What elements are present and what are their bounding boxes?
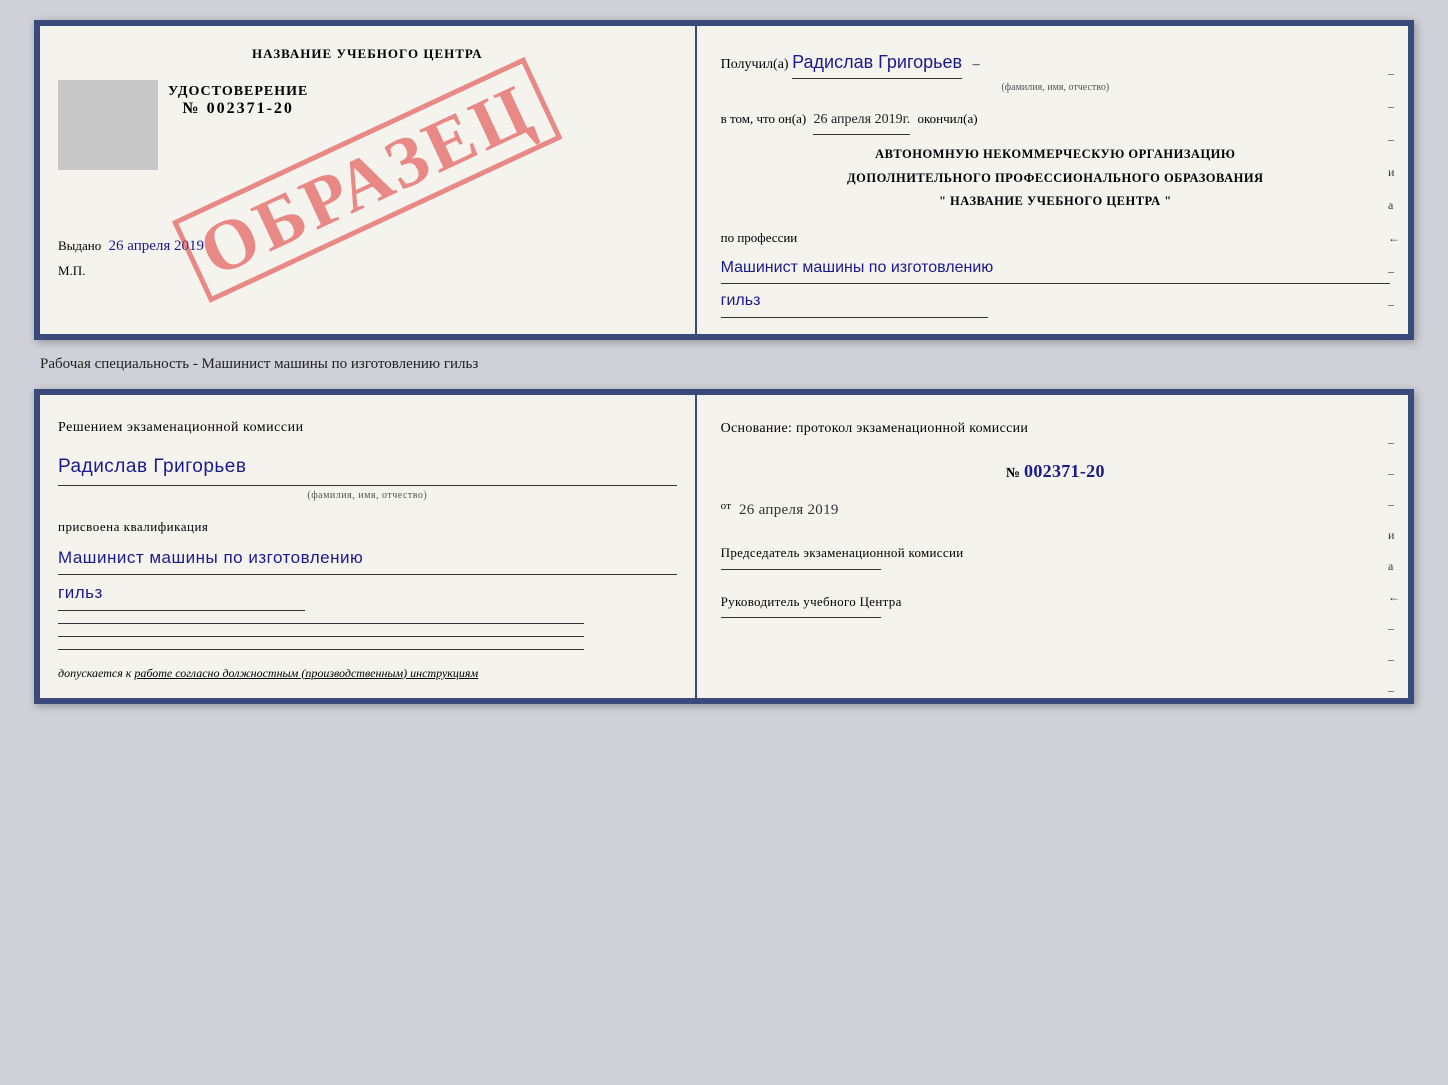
cert-number: № 002371-20 xyxy=(168,100,308,118)
photo-placeholder xyxy=(58,80,158,170)
bottom-left-panel: Решением экзаменационной комиссии Радисл… xyxy=(40,395,697,698)
person-name-top: Радислав Григорьев xyxy=(792,46,962,79)
school-name-top: НАЗВАНИЕ УЧЕБНОГО ЦЕНТРА xyxy=(58,46,677,62)
protocol-number-label: № 002371-20 xyxy=(721,453,1390,489)
received-prefix: Получил(а) xyxy=(721,57,789,72)
bottom-document: Решением экзаменационной комиссии Радисл… xyxy=(34,389,1414,704)
date-from-block: от 26 апреля 2019 xyxy=(721,495,1390,525)
issued-label: Выдано xyxy=(58,238,101,253)
chairman-block: Председатель экзаменационной комиссии xyxy=(721,543,1390,570)
top-right-panel: Получил(а) Радислав Григорьев – (фамилия… xyxy=(697,26,1408,334)
org-line1: АВТОНОМНУЮ НЕКОММЕРЧЕСКУЮ ОРГАНИЗАЦИЮ xyxy=(721,143,1390,167)
top-left-panel: НАЗВАНИЕ УЧЕБНОГО ЦЕНТРА УДОСТОВЕРЕНИЕ №… xyxy=(40,26,697,334)
cert-title: УДОСТОВЕРЕНИЕ xyxy=(168,84,308,100)
date-suffix: окончил(а) xyxy=(918,111,978,126)
basis-text: Основание: протокол экзаменационной коми… xyxy=(721,415,1390,443)
bottom-right-panel: Основание: протокол экзаменационной коми… xyxy=(697,395,1408,698)
name-hint-bottom: (фамилия, имя, отчество) xyxy=(58,486,677,505)
date-value: 26 апреля 2019г. xyxy=(813,107,910,135)
person-name-bottom: Радислав Григорьев xyxy=(58,449,677,486)
protocol-date: 26 апреля 2019 xyxy=(739,502,839,518)
received-block: Получил(а) Радислав Григорьев – (фамилия… xyxy=(721,46,1390,97)
number-label: № xyxy=(1006,466,1020,481)
date-line: в том, что он(а) 26 апреля 2019г. окончи… xyxy=(721,107,1390,135)
right-content-top: в том, что он(а) 26 апреля 2019г. окончи… xyxy=(721,107,1390,317)
side-marks-bottom: – – – и а ← – – – xyxy=(1388,435,1400,698)
director-label: Руководитель учебного Центра xyxy=(721,592,1390,612)
between-label: Рабочая специальность - Машинист машины … xyxy=(20,356,478,373)
top-document: НАЗВАНИЕ УЧЕБНОГО ЦЕНТРА УДОСТОВЕРЕНИЕ №… xyxy=(34,20,1414,340)
number-value: 002371-20 xyxy=(1024,461,1105,481)
issued-date: 26 апреля 2019 xyxy=(109,238,205,254)
basis-block: Основание: протокол экзаменационной коми… xyxy=(721,415,1390,618)
cert-issued: Выдано 26 апреля 2019 xyxy=(58,238,677,255)
qualification-value: Машинист машины по изготовлению xyxy=(58,542,677,575)
profession-value: Машинист машины по изготовлению xyxy=(721,253,1390,284)
director-signature-line xyxy=(721,617,881,618)
blank-line-2 xyxy=(58,636,584,637)
blank-line-3 xyxy=(58,649,584,650)
org-line2: ДОПОЛНИТЕЛЬНОГО ПРОФЕССИОНАЛЬНОГО ОБРАЗО… xyxy=(721,167,1390,191)
decision-text: Решением экзаменационной комиссии xyxy=(58,415,677,442)
chairman-label: Председатель экзаменационной комиссии xyxy=(721,543,1390,563)
side-marks-top: – – – и а ← – – – xyxy=(1388,66,1400,345)
mp-label: М.П. xyxy=(58,263,677,279)
director-block: Руководитель учебного Центра xyxy=(721,592,1390,619)
blank-line-1 xyxy=(58,623,584,624)
qualification-prefix: присвоена квалификация xyxy=(58,515,677,540)
name-hint-top: (фамилия, имя, отчество) xyxy=(721,79,1390,97)
footer-text: допускается к xyxy=(58,666,131,680)
footer-underline: работе согласно должностным (производств… xyxy=(134,666,478,680)
footer-block: допускается к работе согласно должностны… xyxy=(58,664,677,682)
profession-value2: гильз xyxy=(721,286,989,317)
org-line3: " НАЗВАНИЕ УЧЕБНОГО ЦЕНТРА " xyxy=(721,190,1390,214)
qualification-value2: гильз xyxy=(58,577,305,610)
decision-block: Решением экзаменационной комиссии Радисл… xyxy=(58,415,677,650)
date-from-prefix: от xyxy=(721,500,732,512)
date-prefix: в том, что он(а) xyxy=(721,111,807,126)
chairman-signature-line xyxy=(721,569,881,570)
profession-label: по профессии xyxy=(721,226,1390,251)
